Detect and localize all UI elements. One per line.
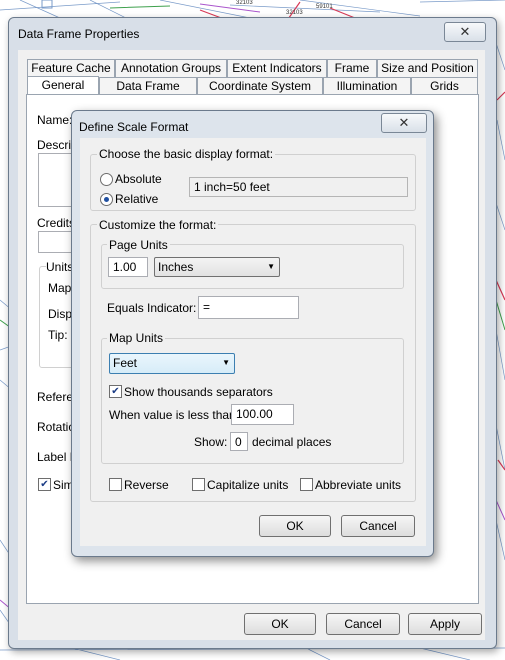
tab-annotation-groups[interactable]: Annotation Groups xyxy=(115,59,227,77)
map-units-label: Map Units xyxy=(107,331,166,345)
show-label: Show: xyxy=(194,435,228,449)
reverse-checkbox[interactable] xyxy=(109,478,122,491)
show-thousands-checkbox[interactable]: ✔ xyxy=(109,385,122,398)
close-icon: ✕ xyxy=(459,24,471,39)
map-units-select[interactable]: Feet ▼ xyxy=(109,353,235,374)
tab-extent-indicators[interactable]: Extent Indicators xyxy=(227,59,327,77)
equals-indicator-input[interactable]: = xyxy=(198,296,299,319)
check-icon: ✔ xyxy=(40,479,49,490)
tab-coordinate-system[interactable]: Coordinate System xyxy=(197,77,323,95)
reference-scale-label: Refere xyxy=(37,390,74,404)
map-label: 59101 xyxy=(316,4,333,10)
cancel-button[interactable]: Cancel xyxy=(341,515,415,537)
show-thousands-label: Show thousands separators xyxy=(124,385,273,399)
basic-format-label: Choose the basic display format: xyxy=(97,147,276,161)
absolute-label: Absolute xyxy=(115,172,162,186)
absolute-radio[interactable] xyxy=(100,173,113,186)
tab-illumination[interactable]: Illumination xyxy=(323,77,411,95)
tab-data-frame[interactable]: Data Frame xyxy=(99,77,197,95)
inner-close-button[interactable]: ✕ xyxy=(381,113,427,133)
outer-cancel-button[interactable]: Cancel xyxy=(326,613,400,635)
page-units-select[interactable]: Inches ▼ xyxy=(154,257,280,277)
units-label: Units xyxy=(46,260,74,274)
abbreviate-units-checkbox[interactable] xyxy=(300,478,313,491)
tab-frame[interactable]: Frame xyxy=(327,59,377,77)
when-less-label: When value is less than: xyxy=(109,408,240,422)
page-units-label: Page Units xyxy=(107,238,170,252)
decimal-places-label: decimal places xyxy=(252,435,332,449)
page-units-select-value: Inches xyxy=(158,260,194,274)
simulate-checkbox[interactable]: ✔ xyxy=(38,478,51,491)
credits-label: Credits xyxy=(37,216,76,230)
abbreviate-units-label: Abbreviate units xyxy=(315,478,402,492)
tab-grids[interactable]: Grids xyxy=(411,77,478,95)
tip-label: Tip: xyxy=(48,328,68,342)
tab-feature-cache[interactable]: Feature Cache xyxy=(27,59,115,77)
dialog-title: Data Frame Properties xyxy=(18,27,140,41)
reverse-label: Reverse xyxy=(124,478,169,492)
inner-dialog-title: Define Scale Format xyxy=(79,120,189,134)
equals-indicator-label: Equals Indicator: xyxy=(107,301,197,315)
relative-radio[interactable] xyxy=(100,193,113,206)
capitalize-units-checkbox[interactable] xyxy=(192,478,205,491)
chevron-down-icon: ▼ xyxy=(267,262,275,271)
capitalize-units-label: Capitalize units xyxy=(207,478,289,492)
close-icon: ✕ xyxy=(398,115,410,130)
ok-button[interactable]: OK xyxy=(259,515,331,537)
close-button[interactable]: ✕ xyxy=(444,22,486,42)
tab-general[interactable]: General xyxy=(27,76,99,96)
map-label: 32103 xyxy=(286,10,303,16)
outer-ok-button[interactable]: OK xyxy=(244,613,316,635)
check-icon: ✔ xyxy=(111,386,120,397)
format-preview: 1 inch=50 feet xyxy=(189,177,408,197)
customize-label: Customize the format: xyxy=(97,218,219,232)
apply-button[interactable]: Apply xyxy=(408,613,482,635)
rotation-label: Rotatio xyxy=(37,420,76,434)
chevron-down-icon: ▼ xyxy=(222,358,230,367)
radio-selected-dot xyxy=(104,197,109,202)
map-label: 32103 xyxy=(236,0,253,6)
name-label: Name: xyxy=(37,113,73,127)
page-units-value-input[interactable]: 1.00 xyxy=(108,257,148,277)
relative-label: Relative xyxy=(115,192,159,206)
tab-size-and-position[interactable]: Size and Position xyxy=(377,59,478,77)
when-less-input[interactable]: 100.00 xyxy=(231,404,294,425)
map-units-select-value: Feet xyxy=(113,356,138,370)
decimal-places-input[interactable]: 0 xyxy=(230,432,248,451)
